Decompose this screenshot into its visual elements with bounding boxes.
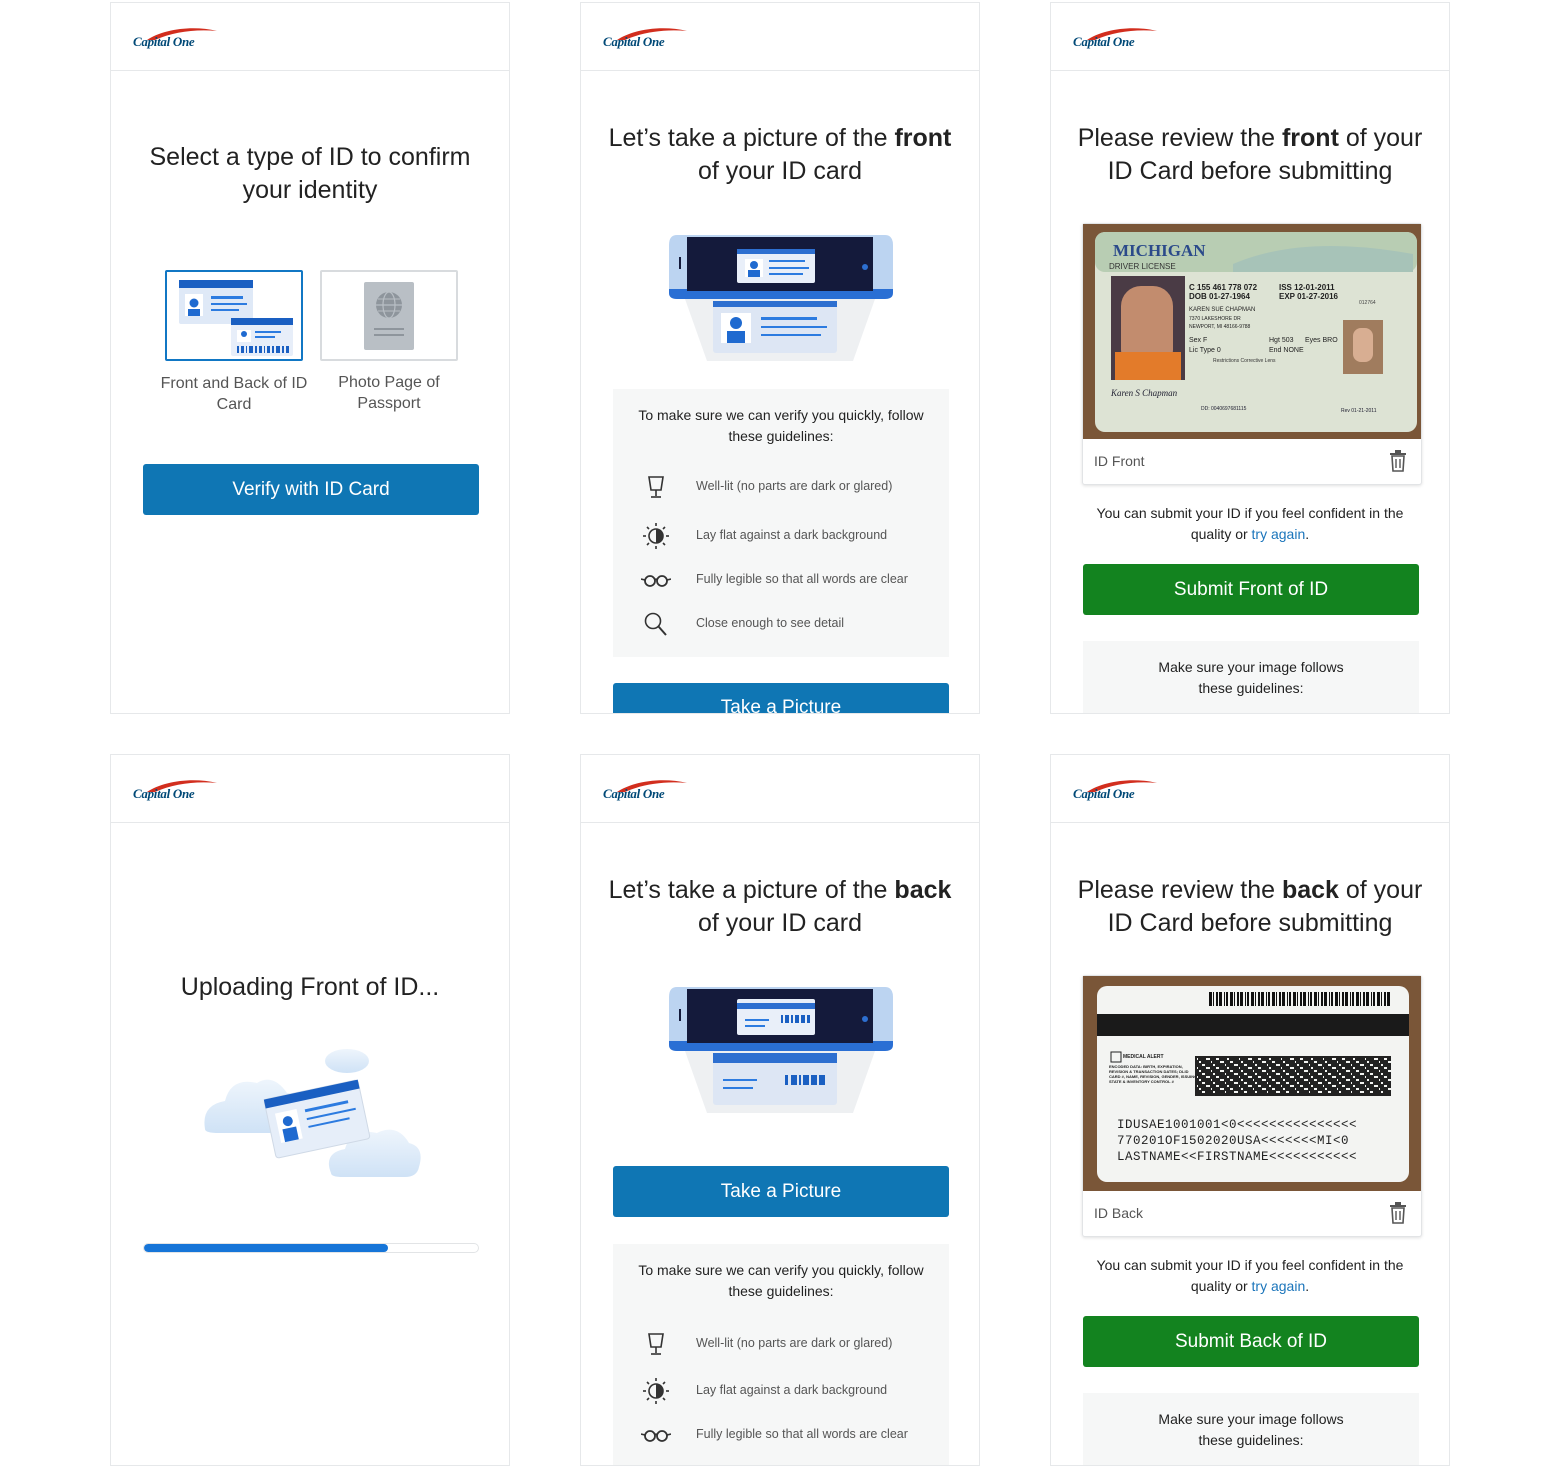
- id-card-icon: [179, 280, 293, 356]
- capital-one-logo[interactable]: Capital One: [603, 27, 693, 51]
- svg-text:Karen S Chapman: Karen S Chapman: [1110, 388, 1178, 398]
- upload-progress-fill: [144, 1244, 388, 1252]
- guideline-item: Lay flat against a dark background: [633, 1376, 933, 1406]
- svg-text:770201OF1502020USA<<<<<<<MI<0: 770201OF1502020USA<<<<<<<MI<0: [1117, 1134, 1349, 1148]
- header: Capital One: [111, 3, 509, 71]
- take-picture-button[interactable]: Take a Picture: [613, 683, 949, 713]
- page-title: Uploading Front of ID...: [180, 973, 440, 1001]
- contrast-icon: [643, 1378, 669, 1404]
- header: Capital One: [581, 3, 979, 71]
- upload-progress-bar: [143, 1243, 479, 1253]
- trash-icon[interactable]: [1389, 450, 1407, 472]
- option-passport[interactable]: [320, 270, 458, 361]
- upload-clouds-illustration: [204, 1049, 421, 1177]
- guidelines-intro: To make sure we can verify you quickly, …: [638, 407, 924, 444]
- page-title: Please review the front of your ID Card …: [1077, 124, 1423, 185]
- id-back-photo-card: MEDICAL ALERT ENCODED DATA: BIRTH, EXPIR…: [1082, 975, 1422, 1237]
- submit-back-of-id-button[interactable]: Submit Back of ID: [1083, 1316, 1419, 1367]
- svg-text:Restrictions Corrective Lens: Restrictions Corrective Lens: [1213, 358, 1276, 364]
- svg-text:Eyes BRO: Eyes BRO: [1305, 337, 1338, 344]
- id-front-photo[interactable]: MICHIGAN DRIVER LICENSE C 155 461 778 07…: [1083, 224, 1421, 439]
- page-title: Let’s take a picture of the back of your …: [608, 876, 952, 937]
- svg-text:LASTNAME<<FIRSTNAME<<<<<<<<<<<: LASTNAME<<FIRSTNAME<<<<<<<<<<<: [1117, 1150, 1357, 1164]
- guideline-item: Well-lit (no parts are dark or glared): [633, 1329, 933, 1359]
- submit-front-of-id-button[interactable]: Submit Front of ID: [1083, 564, 1419, 615]
- svg-text:Sex F: Sex F: [1189, 337, 1207, 344]
- svg-text:DOB 01-27-1964: DOB 01-27-1964: [1189, 292, 1250, 301]
- guidelines-box: To make sure we can verify you quickly, …: [613, 1244, 949, 1465]
- guidelines-box: To make sure we can verify you quickly, …: [613, 389, 949, 657]
- svg-text:KAREN SUE CHAPMAN: KAREN SUE CHAPMAN: [1189, 307, 1255, 313]
- confidence-text: You can submit your ID if you feel confi…: [1096, 505, 1404, 542]
- lamp-icon: [648, 1333, 664, 1355]
- photo-caption: ID Front: [1094, 453, 1145, 469]
- screen-review-back: Capital One Please review the back of yo…: [1050, 754, 1450, 1466]
- guidelines-box: Make sure your image follows these guide…: [1083, 1393, 1419, 1465]
- passport-icon: [364, 282, 414, 350]
- svg-text:Lic Type 0: Lic Type 0: [1189, 347, 1221, 354]
- screen-uploading: Capital One Uploading Front of ID...: [110, 754, 510, 1466]
- phone-scan-back-illustration: [669, 987, 893, 1113]
- page-title: Select a type of ID to confirm your iden…: [149, 143, 471, 204]
- page-title: Please review the back of your ID Card b…: [1077, 876, 1423, 937]
- header: Capital One: [1051, 755, 1449, 823]
- svg-text:EXP 01-27-2016: EXP 01-27-2016: [1279, 292, 1339, 301]
- svg-text:Hgt 503: Hgt 503: [1269, 337, 1294, 344]
- try-again-link[interactable]: try again: [1252, 526, 1306, 542]
- option-id-card[interactable]: [165, 270, 303, 361]
- screen-take-front-picture: Capital One Let’s take a picture of the …: [580, 2, 980, 714]
- contrast-icon: [643, 523, 669, 549]
- screen-select-id-type: Capital One Select a type of ID to confi…: [110, 2, 510, 714]
- lamp-icon: [648, 476, 664, 498]
- photo-caption: ID Back: [1094, 1205, 1144, 1221]
- guideline-item: Close enough to see detail: [633, 609, 933, 639]
- svg-text:MEDICAL ALERT: MEDICAL ALERT: [1123, 1054, 1164, 1060]
- guidelines-intro: Make sure your image follows these guide…: [1158, 1411, 1344, 1448]
- svg-text:End NONE: End NONE: [1269, 347, 1304, 354]
- svg-text:DD: 0040697681115: DD: 0040697681115: [1201, 406, 1247, 412]
- svg-text:IDUSAE1001001<0<<<<<<<<<<<<<<<: IDUSAE1001001<0<<<<<<<<<<<<<<<: [1117, 1118, 1357, 1132]
- id-back-photo[interactable]: MEDICAL ALERT ENCODED DATA: BIRTH, EXPIR…: [1083, 976, 1421, 1191]
- guideline-item: Well-lit (no parts are dark or glared): [633, 472, 933, 502]
- magnifier-icon: [644, 612, 667, 636]
- glasses-icon: [641, 575, 671, 587]
- phone-scan-front-illustration: [669, 235, 893, 361]
- take-picture-button[interactable]: Take a Picture: [613, 1166, 949, 1217]
- guidelines-intro: To make sure we can verify you quickly, …: [638, 1262, 924, 1299]
- capital-one-logo[interactable]: Capital One: [603, 779, 693, 803]
- header: Capital One: [581, 755, 979, 823]
- verify-with-id-card-button[interactable]: Verify with ID Card: [143, 464, 479, 515]
- id-front-photo-card: MICHIGAN DRIVER LICENSE C 155 461 778 07…: [1082, 223, 1422, 485]
- guidelines-intro: Make sure your image follows these guide…: [1158, 659, 1344, 696]
- glasses-icon: [641, 1430, 671, 1442]
- guideline-item: Fully legible so that all words are clea…: [633, 565, 933, 595]
- capital-one-logo[interactable]: Capital One: [133, 27, 223, 51]
- header: Capital One: [111, 755, 509, 823]
- confidence-text: You can submit your ID if you feel confi…: [1096, 1257, 1404, 1294]
- capital-one-logo[interactable]: Capital One: [133, 779, 223, 803]
- trash-icon[interactable]: [1389, 1202, 1407, 1224]
- svg-text:7370 LAKESHORE DR: 7370 LAKESHORE DR: [1189, 316, 1241, 322]
- capital-one-logo[interactable]: Capital One: [1073, 27, 1163, 51]
- guideline-item: Fully legible so that all words are clea…: [633, 1420, 933, 1450]
- svg-text:ISS 12-01-2011: ISS 12-01-2011: [1279, 283, 1335, 292]
- guidelines-box: Make sure your image follows these guide…: [1083, 641, 1419, 713]
- svg-text:C 155 461 778 072: C 155 461 778 072: [1189, 283, 1258, 292]
- svg-text:Rev 01-21-2011: Rev 01-21-2011: [1341, 408, 1377, 414]
- try-again-link[interactable]: try again: [1252, 1278, 1306, 1294]
- svg-text:012764: 012764: [1359, 300, 1376, 306]
- option-passport-label: Photo Page of Passport: [338, 374, 440, 412]
- capital-one-logo[interactable]: Capital One: [1073, 779, 1163, 803]
- header: Capital One: [1051, 3, 1449, 71]
- guideline-item: Lay flat against a dark background: [633, 521, 933, 551]
- screen-take-back-picture: Capital One Let’s take a picture of the …: [580, 754, 980, 1466]
- svg-text:NEWPORT, MI 48166-9788: NEWPORT, MI 48166-9788: [1189, 324, 1251, 330]
- screen-review-front: Capital One Please review the front of y…: [1050, 2, 1450, 714]
- page-title: Let’s take a picture of the front of your…: [608, 124, 952, 185]
- svg-text:DRIVER LICENSE: DRIVER LICENSE: [1109, 262, 1176, 271]
- svg-text:MICHIGAN: MICHIGAN: [1113, 241, 1206, 260]
- option-id-card-label: Front and Back of ID Card: [160, 375, 308, 413]
